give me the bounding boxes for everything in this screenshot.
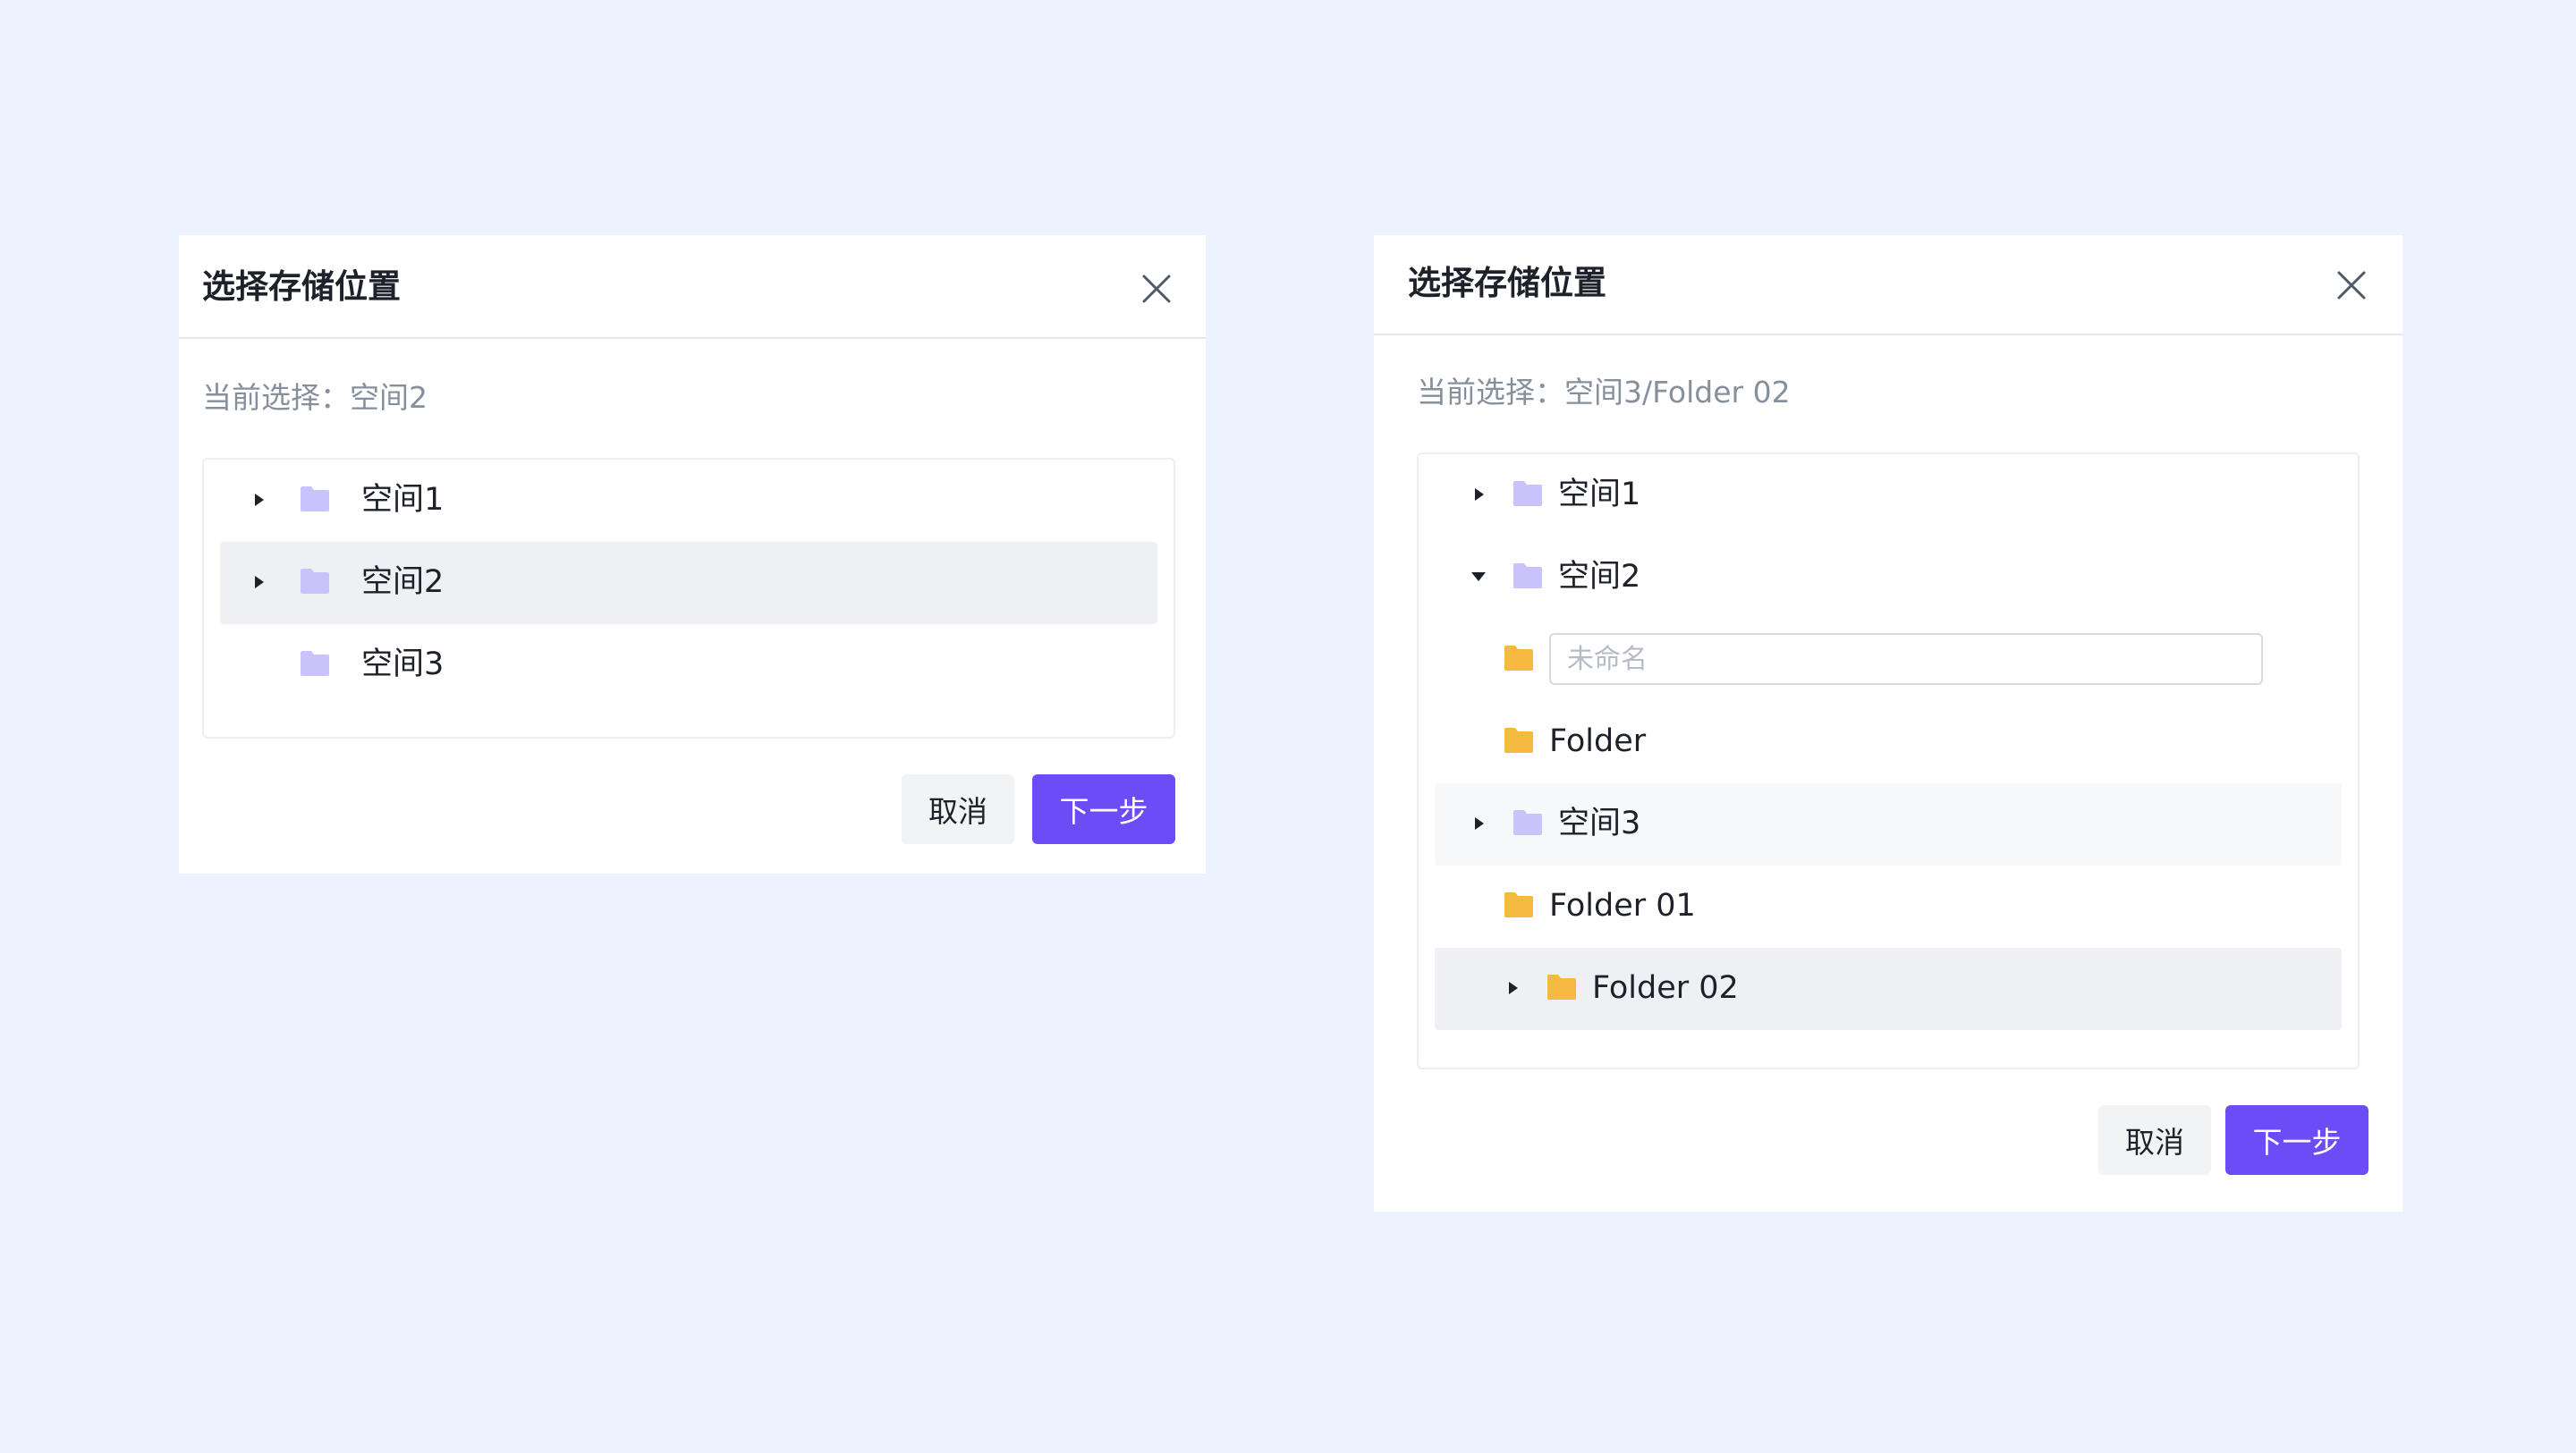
dialog-header: 选择存储位置: [1374, 235, 2402, 335]
tree-item-folder-01[interactable]: Folder 01: [1435, 866, 2342, 948]
tree-item-space-1[interactable]: 空间1: [1435, 454, 2342, 536]
close-icon[interactable]: [2334, 267, 2369, 303]
space-folder-icon: [1512, 479, 1544, 508]
tree-item-space-3[interactable]: 空间3: [1435, 783, 2342, 866]
space-folder-icon: [299, 485, 331, 513]
folder-name-input[interactable]: [1549, 633, 2263, 685]
tree-item-label: 空间2: [361, 564, 445, 600]
tree-item-folder[interactable]: Folder: [1435, 701, 2342, 783]
caret-right-icon[interactable]: [1469, 814, 1488, 833]
current-selection-value: 空间2: [350, 380, 428, 415]
tree-item-label: 空间1: [361, 482, 445, 518]
tree-item-label: 空间2: [1558, 559, 1641, 595]
space-folder-icon: [299, 649, 331, 678]
cancel-button[interactable]: 取消: [2098, 1105, 2211, 1175]
space-folder-icon: [299, 567, 331, 596]
current-selection-value: 空间3/Folder 02: [1564, 375, 1791, 410]
current-selection-label: 当前选择：: [1417, 375, 1564, 410]
current-selection-label: 当前选择：: [202, 380, 350, 415]
dialog-title: 选择存储位置: [1408, 264, 1606, 302]
tree-item-label: Folder: [1549, 723, 1647, 759]
dialog-title: 选择存储位置: [202, 267, 401, 306]
space-folder-icon: [1512, 562, 1544, 590]
close-icon[interactable]: [1139, 271, 1174, 307]
folder-tree: 空间1 空间2 Folder 空间3 Folder 01 Folder 02: [1417, 452, 2360, 1069]
tree-item-label: 空间1: [1558, 477, 1641, 512]
tree-item-space-2[interactable]: 空间2: [220, 542, 1157, 624]
caret-right-icon[interactable]: [249, 490, 268, 510]
caret-right-icon[interactable]: [1503, 978, 1522, 998]
folder-icon: [1546, 973, 1578, 1001]
caret-right-icon[interactable]: [1469, 485, 1488, 504]
space-folder-icon: [1512, 808, 1544, 837]
next-step-button[interactable]: 下一步: [1032, 774, 1175, 844]
current-selection: 当前选择：空间3/Folder 02: [1417, 373, 1791, 412]
tree-item-space-3[interactable]: 空间3: [220, 624, 1157, 706]
caret-down-icon[interactable]: [1469, 567, 1488, 587]
tree-item-space-2[interactable]: 空间2: [1435, 536, 2342, 619]
storage-location-dialog-left: 选择存储位置 当前选择：空间2 空间1 空间2 空间3 取消 下一步: [179, 235, 1206, 874]
folder-tree: 空间1 空间2 空间3: [202, 458, 1175, 739]
dialog-header: 选择存储位置: [179, 235, 1206, 339]
tree-item-new-folder: [1435, 619, 2342, 701]
folder-icon: [1503, 644, 1535, 672]
current-selection: 当前选择：空间2: [202, 378, 428, 418]
folder-icon: [1503, 891, 1535, 919]
next-step-button[interactable]: 下一步: [2225, 1105, 2368, 1175]
tree-item-space-1[interactable]: 空间1: [220, 460, 1157, 542]
caret-right-icon[interactable]: [249, 572, 268, 592]
folder-icon: [1503, 726, 1535, 755]
tree-item-label: 空间3: [1558, 806, 1641, 841]
tree-item-folder-02[interactable]: Folder 02: [1435, 948, 2342, 1030]
tree-item-label: 空间3: [361, 646, 445, 682]
storage-location-dialog-right: 选择存储位置 当前选择：空间3/Folder 02 空间1 空间2 Folder…: [1374, 235, 2402, 1212]
cancel-button[interactable]: 取消: [902, 774, 1014, 844]
tree-item-label: Folder 02: [1592, 970, 1739, 1006]
tree-item-label: Folder 01: [1549, 888, 1696, 924]
